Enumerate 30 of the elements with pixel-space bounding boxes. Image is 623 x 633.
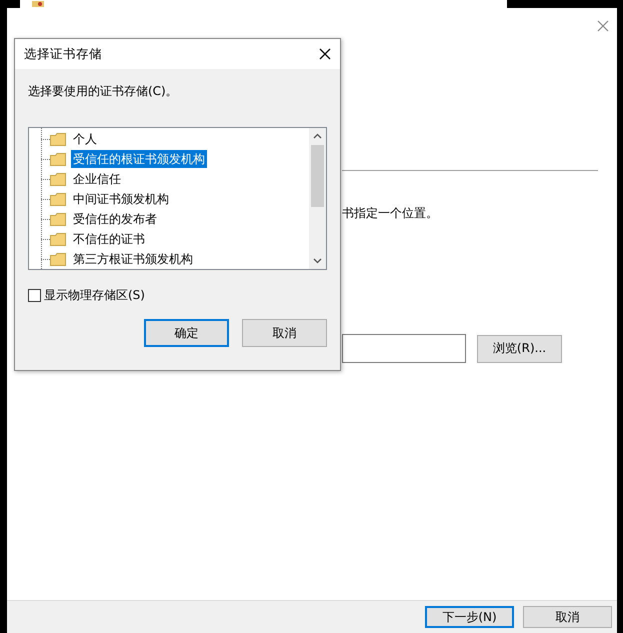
dialog-button[interactable]: 确定 — [144, 319, 229, 347]
folder-icon — [50, 132, 66, 146]
tree-item[interactable]: 不信任的证书 — [71, 230, 147, 248]
dialog-button[interactable]: 取消 — [242, 319, 327, 347]
folder-icon — [50, 232, 66, 246]
tree-item[interactable]: 中间证书颁发机构 — [71, 190, 171, 208]
wizard-button[interactable]: 下一步(N) — [425, 606, 514, 628]
folder-icon — [50, 252, 66, 266]
folder-icon — [50, 172, 66, 186]
checkbox-label: 显示物理存储区(S) — [44, 287, 145, 304]
checkbox[interactable] — [28, 289, 41, 302]
instruction-text: 书指定一个位置。 — [342, 205, 439, 222]
prompt-text: 选择要使用的证书存储(C)。 — [28, 83, 179, 100]
scroll-down-icon[interactable] — [313, 258, 322, 264]
tree-item[interactable]: 个人 — [71, 130, 99, 148]
scroll-up-icon[interactable] — [313, 133, 322, 139]
dialog-title: 选择证书存储 — [24, 46, 102, 62]
wizard-button[interactable]: 取消 — [523, 606, 612, 628]
scrollbar[interactable] — [309, 128, 326, 269]
tree-item[interactable]: 受信任的根证书颁发机构 — [71, 150, 207, 168]
folder-icon — [50, 212, 66, 226]
browse-button[interactable]: 浏览(R)... — [477, 334, 562, 362]
tree-item[interactable]: 企业信任 — [71, 170, 123, 188]
folder-icon — [50, 152, 66, 166]
path-field[interactable] — [342, 334, 466, 363]
folder-icon — [50, 192, 66, 206]
tree-item[interactable]: 第三方根证书颁发机构 — [71, 250, 195, 268]
tree-item[interactable]: 受信任的发布者 — [71, 210, 159, 228]
certificate-icon — [32, 1, 44, 7]
close-icon[interactable] — [319, 48, 331, 60]
